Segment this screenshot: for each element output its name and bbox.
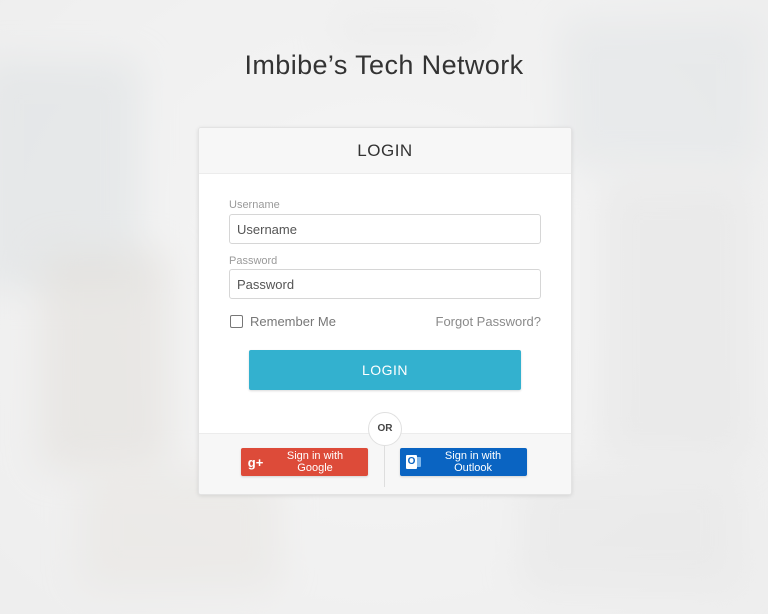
forgot-password-link[interactable]: Forgot Password? <box>436 314 542 329</box>
password-label: Password <box>229 255 278 267</box>
login-button[interactable]: LOGIN <box>249 350 521 390</box>
sign-in-google-button[interactable]: g+ Sign in with Google <box>241 448 368 476</box>
password-input[interactable] <box>229 269 541 299</box>
outlook-icon: O <box>406 454 422 470</box>
google-plus-icon: g+ <box>247 454 264 470</box>
login-form: Username Password Remember Me Forgot Pas… <box>199 174 571 434</box>
site-title: Imbibe’s Tech Network <box>244 50 524 80</box>
sign-in-outlook-label: Sign in with Outlook <box>444 450 502 474</box>
sign-in-outlook-button[interactable]: O Sign in with Outlook <box>400 448 527 476</box>
or-separator: OR <box>368 412 402 446</box>
login-card: LOGIN Username Password Remember Me Forg… <box>198 127 572 495</box>
remember-me-checkbox[interactable] <box>230 315 243 328</box>
remember-me-option[interactable]: Remember Me <box>230 314 336 329</box>
username-label: Username <box>229 199 280 211</box>
username-input[interactable] <box>229 214 541 244</box>
remember-me-label: Remember Me <box>250 314 336 329</box>
sign-in-google-label: Sign in with Google <box>286 450 344 474</box>
login-card-title: LOGIN <box>199 128 571 174</box>
